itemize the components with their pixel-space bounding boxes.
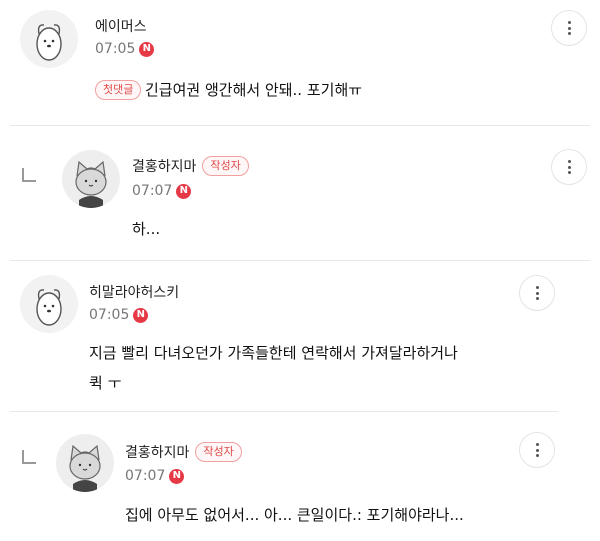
comment-text-line: 퀵 ㅜ [89,374,122,392]
reply-header: 결홍하지마 작성자 [125,442,242,462]
vertical-ellipsis-icon [567,21,571,35]
comment-nickname[interactable]: 에이머스 [95,16,147,36]
comment-nickname[interactable]: 히말라야허스키 [89,282,179,302]
comment-meta: 07:05 N [89,307,149,323]
reply-arrow-icon [22,450,36,464]
comment-nickname[interactable]: 결홍하지마 [125,442,189,462]
reply-item: 결홍하지마 작성자 07:07 N 집에 아무도 없어서... 아... 큰일이… [0,412,600,541]
vertical-ellipsis-icon [535,286,539,300]
new-badge: N [133,307,149,323]
first-comment-tag: 첫댓글 [95,80,142,100]
vertical-ellipsis-icon [535,443,539,457]
reply-header: 결홍하지마 작성자 [132,156,249,176]
comment-text: 긴급여권 앵간해서 안돼.. 포기해ㅠ [145,81,363,99]
comment-time: 07:05 [95,41,136,57]
avatar[interactable] [20,275,78,333]
vertical-ellipsis-icon [567,160,571,174]
avatar[interactable] [62,150,120,208]
reply-item: 결홍하지마 작성자 07:07 N 하... [0,126,600,261]
comment-time: 07:07 [132,183,173,199]
comment-text: 집에 아무도 없어서... 아... 큰일이다.: 포기해야라나... [125,506,464,524]
comment-meta: 07:07 N [132,183,192,199]
cat-avatar-icon [69,444,101,492]
author-tag: 작성자 [195,442,242,462]
comment-meta: 07:07 N [125,468,185,484]
more-options-button[interactable] [519,432,555,468]
comment-item: 에이머스 07:05 N 첫댓글 긴급여권 앵간해서 안돼.. 포기해ㅠ [0,0,600,125]
comment-meta: 07:05 N [95,41,155,57]
author-tag: 작성자 [202,156,249,176]
avatar[interactable] [20,10,78,68]
dog-avatar-icon [36,289,62,326]
more-options-button[interactable] [519,275,555,311]
more-options-button[interactable] [551,149,587,185]
new-badge: N [139,41,155,57]
comment-time: 07:05 [89,307,130,323]
comment-item: 히말라야허스키 07:05 N 지금 빨리 다녀오던가 가족들한테 연락해서 가… [0,261,600,411]
comment-text-line: 지금 빨리 다녀오던가 가족들한테 연락해서 가져달라하거나 [89,344,458,362]
comment-nickname[interactable]: 결홍하지마 [132,156,196,176]
more-options-button[interactable] [551,10,587,46]
avatar[interactable] [56,434,114,492]
comment-time: 07:07 [125,468,166,484]
cat-avatar-icon [75,160,107,208]
new-badge: N [176,183,192,199]
dog-avatar-icon [36,24,62,61]
new-badge: N [169,468,185,484]
reply-arrow-icon [22,168,36,182]
comment-text: 하... [132,220,161,238]
